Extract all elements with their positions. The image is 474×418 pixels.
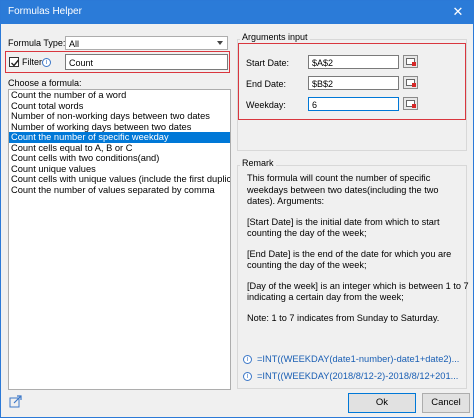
weekday-input[interactable]: 6: [308, 97, 399, 111]
formula-type-value: All: [69, 39, 80, 49]
window-title: Formulas Helper: [8, 6, 82, 17]
list-item[interactable]: Count cells equal to A, B or C: [9, 143, 230, 154]
range-select-icon[interactable]: [403, 55, 418, 68]
remark-paragraph: [End Date] is the end of the date for wh…: [247, 248, 452, 271]
close-icon[interactable]: ✕: [450, 4, 466, 20]
choose-formula-label: Choose a formula:: [8, 78, 82, 88]
weekday-label: Weekday:: [246, 100, 286, 110]
list-item[interactable]: Number of working days between two dates: [9, 122, 230, 133]
end-date-input[interactable]: $B$2: [308, 76, 399, 90]
checkmark-icon: [11, 59, 20, 67]
red-marker: [412, 83, 416, 87]
formula-type-label: Formula Type:: [8, 38, 66, 48]
list-item[interactable]: Count cells with two conditions(and): [9, 153, 230, 164]
ok-button[interactable]: Ok: [348, 393, 416, 413]
list-item[interactable]: Count the number of values separated by …: [9, 185, 230, 196]
remark-paragraph: [Start Date] is the initial date from wh…: [247, 216, 440, 239]
start-date-value: $A$2: [312, 58, 334, 68]
title-bar: Formulas Helper ✕: [1, 1, 473, 24]
remark-paragraph: [Day of the week] is an integer which is…: [247, 280, 469, 303]
arguments-title: Arguments input: [240, 32, 310, 42]
formula-syntax: =INT((WEEKDAY(date1-number)-date1+date2)…: [257, 354, 460, 364]
formulas-helper-dialog: Formulas Helper ✕ Formula Type: All Filt…: [0, 0, 474, 418]
weekday-value: 6: [312, 100, 318, 110]
filter-input[interactable]: Count: [65, 54, 228, 70]
list-item[interactable]: Count unique values: [9, 164, 230, 175]
start-date-label: Start Date:: [246, 58, 290, 68]
cancel-button[interactable]: Cancel: [422, 393, 470, 413]
info-icon: i: [243, 355, 252, 364]
filter-value: Count: [69, 58, 94, 68]
list-item[interactable]: Count the number of a word: [9, 90, 230, 101]
start-date-input[interactable]: $A$2: [308, 55, 399, 69]
formula-list[interactable]: Count the number of a word Count total wo…: [8, 89, 231, 390]
list-item[interactable]: Count the number of specific weekday: [9, 132, 230, 143]
red-marker: [412, 62, 416, 66]
info-icon[interactable]: i: [42, 58, 51, 67]
end-date-label: End Date:: [246, 79, 287, 89]
remark-paragraph: Note: 1 to 7 indicates from Sunday to Sa…: [247, 312, 440, 323]
list-item[interactable]: Number of non-working days between two d…: [9, 111, 230, 122]
red-marker: [412, 104, 416, 108]
list-item[interactable]: Count total words: [9, 101, 230, 112]
list-item[interactable]: Count cells with unique values (include …: [9, 174, 230, 185]
formula-example: =INT((WEEKDAY(2018/8/12-2)-2018/8/12+201…: [257, 371, 459, 381]
remark-paragraph: This formula will count the number of sp…: [247, 173, 439, 206]
formula-type-select[interactable]: All: [65, 36, 228, 50]
share-icon[interactable]: [9, 395, 22, 408]
end-date-value: $B$2: [312, 79, 334, 89]
remark-title: Remark: [240, 158, 276, 168]
range-select-icon[interactable]: [403, 97, 418, 110]
chevron-down-icon: [217, 41, 223, 45]
range-select-icon[interactable]: [403, 76, 418, 89]
info-icon: i: [243, 372, 252, 381]
filter-checkbox[interactable]: [9, 57, 20, 67]
remark-text: This formula will count the number of sp…: [247, 173, 469, 333]
